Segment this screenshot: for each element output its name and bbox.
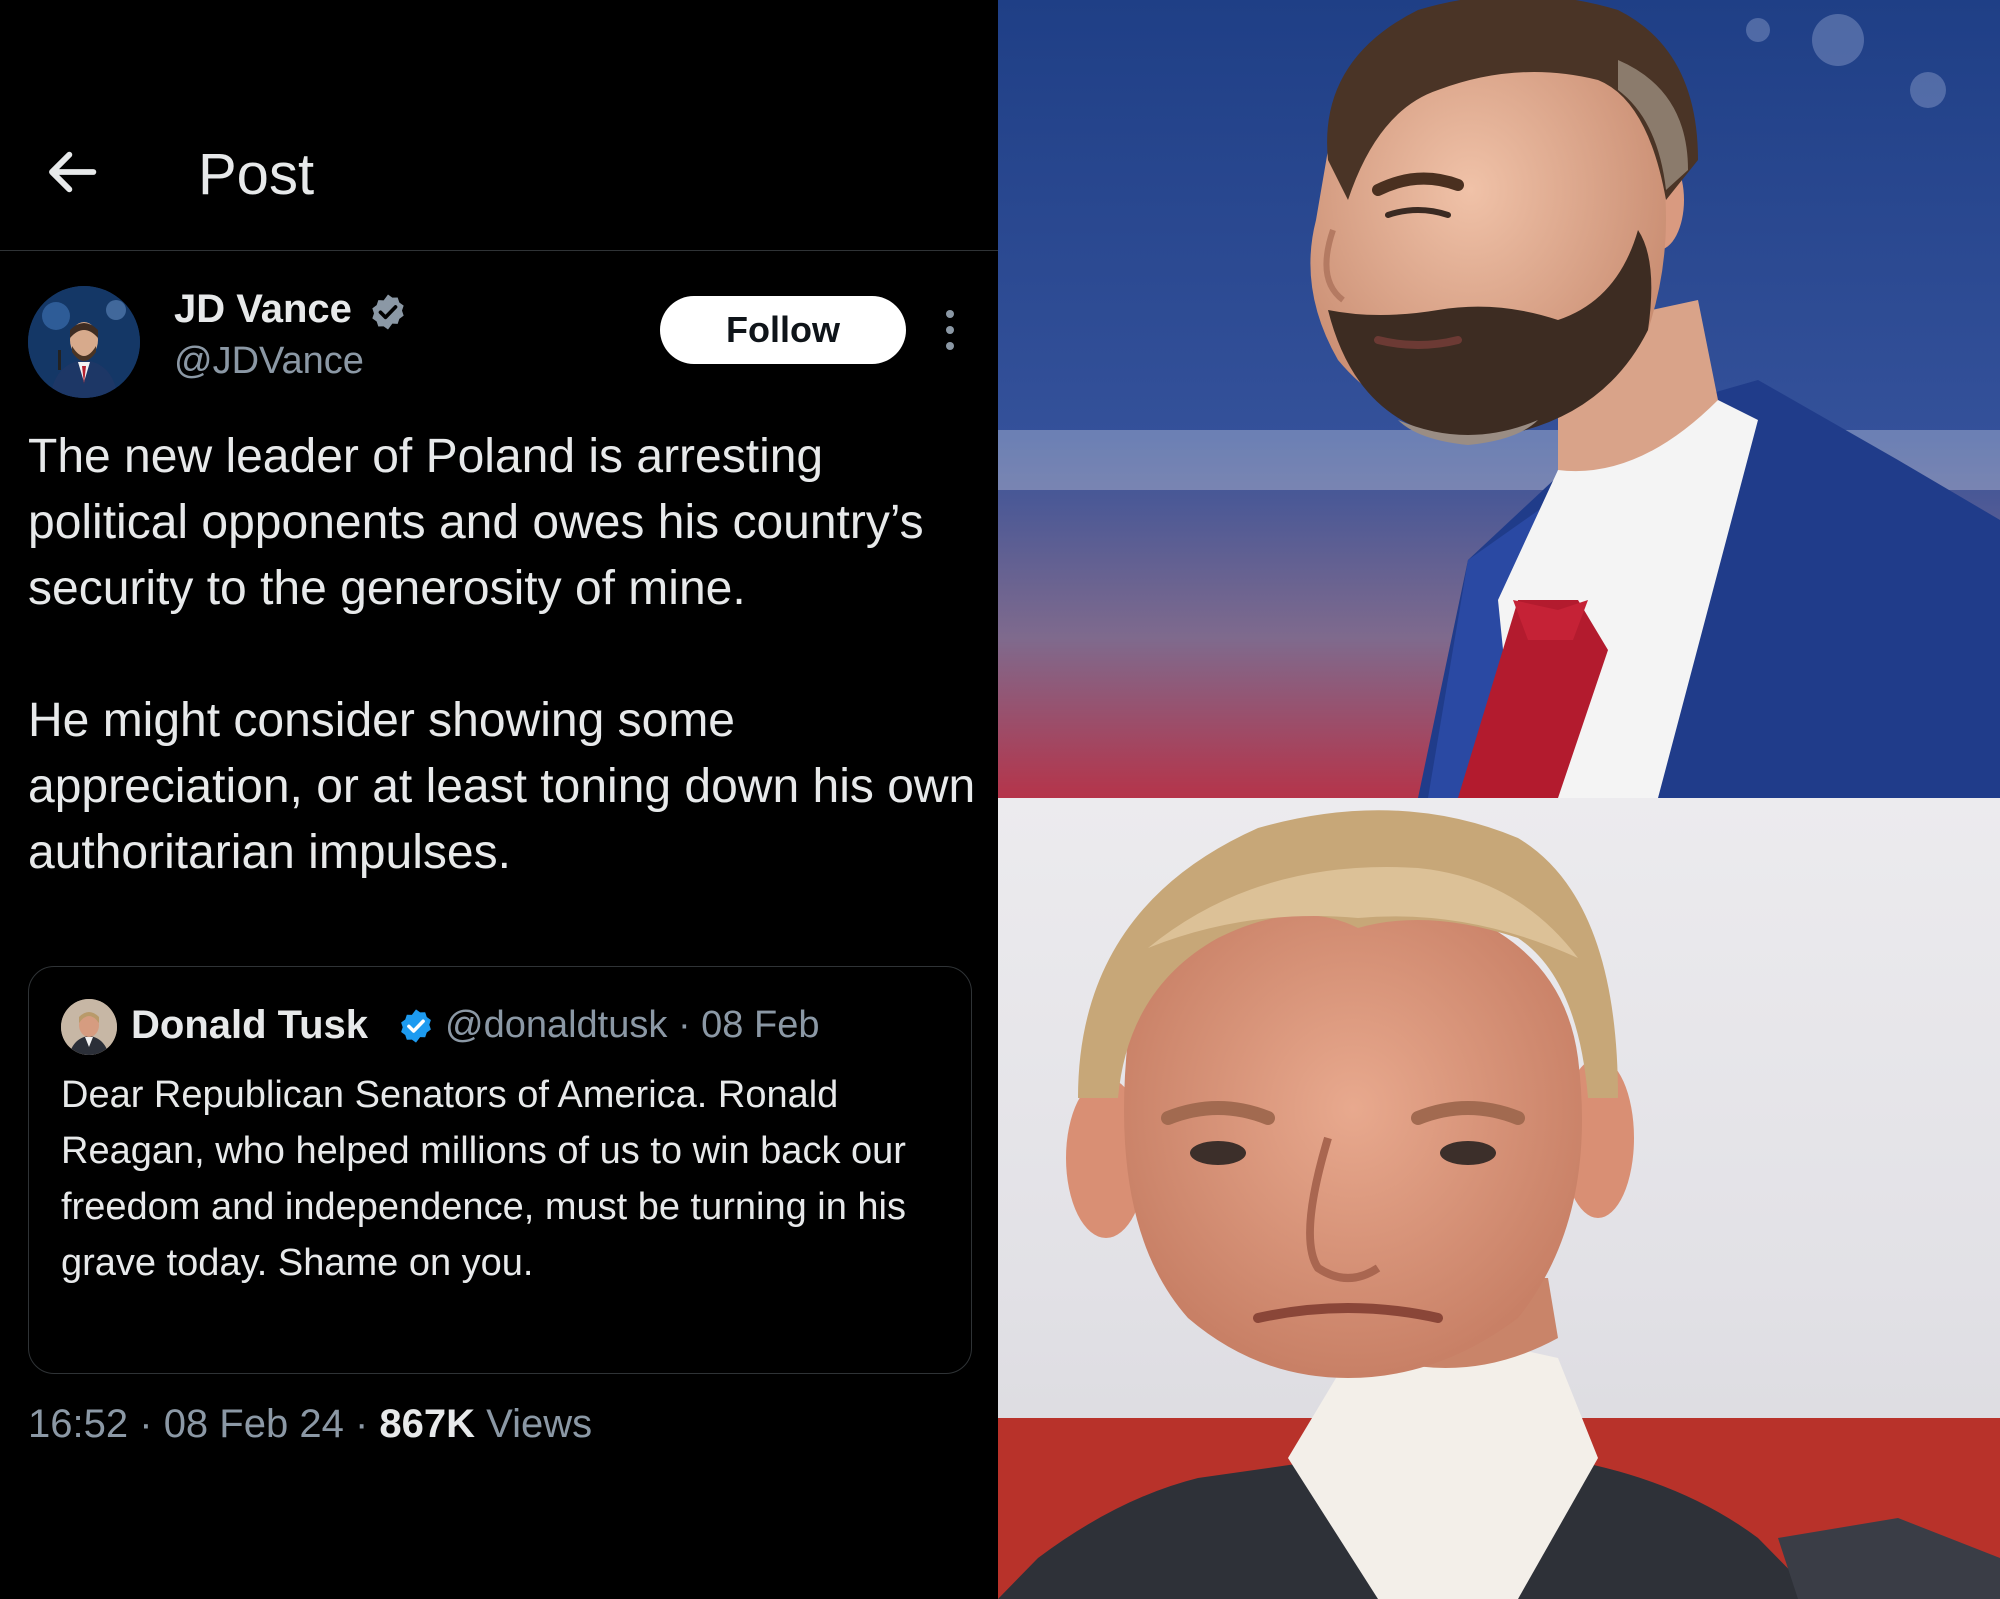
author-handle[interactable]: @JDVance <box>174 336 364 386</box>
post-date[interactable]: 08 Feb 24 <box>164 1402 344 1446</box>
arrow-left-icon[interactable] <box>40 140 104 204</box>
page-title: Post <box>198 142 315 207</box>
quoted-post-date[interactable]: 08 Feb <box>701 1004 819 1046</box>
verified-badge-icon <box>401 1009 431 1043</box>
post-time[interactable]: 16:52 <box>28 1402 128 1446</box>
quoted-post-text: Dear Republican Senators of America. Ron… <box>61 1074 906 1284</box>
separator: · <box>139 1402 153 1446</box>
separator: · <box>677 1004 691 1046</box>
author-avatar[interactable] <box>28 286 140 398</box>
quoted-author-avatar[interactable] <box>61 999 117 1055</box>
post-paragraph: He might consider showing some appreciat… <box>28 694 976 879</box>
post-screen: Post JD Vance @JDVance Follow The new le… <box>0 0 998 1599</box>
verified-badge-icon <box>372 294 404 330</box>
follow-button[interactable]: Follow <box>660 296 906 364</box>
post-paragraph: The new leader of Poland is arresting po… <box>28 430 924 615</box>
separator: · <box>354 1402 369 1446</box>
post-meta: 16:52 · 08 Feb 24 · 867K Views <box>28 1396 592 1452</box>
author-name[interactable]: JD Vance <box>174 284 352 334</box>
top-bar: Post <box>0 0 998 251</box>
quoted-post-meta: @donaldtusk · 08 Feb <box>445 997 819 1053</box>
quoted-post[interactable]: Donald Tusk @donaldtusk · 08 Feb Dear Re… <box>28 966 972 1374</box>
views-label: Views <box>486 1402 593 1446</box>
quoted-author-handle[interactable]: @donaldtusk <box>445 1004 667 1046</box>
quoted-author-name[interactable]: Donald Tusk <box>131 997 368 1053</box>
photo-jd-vance <box>998 0 2000 798</box>
more-vertical-icon[interactable] <box>938 306 962 354</box>
views-count: 867K <box>379 1402 476 1446</box>
post-body: The new leader of Poland is arresting po… <box>28 424 978 886</box>
photo-donald-tusk <box>998 798 2000 1599</box>
